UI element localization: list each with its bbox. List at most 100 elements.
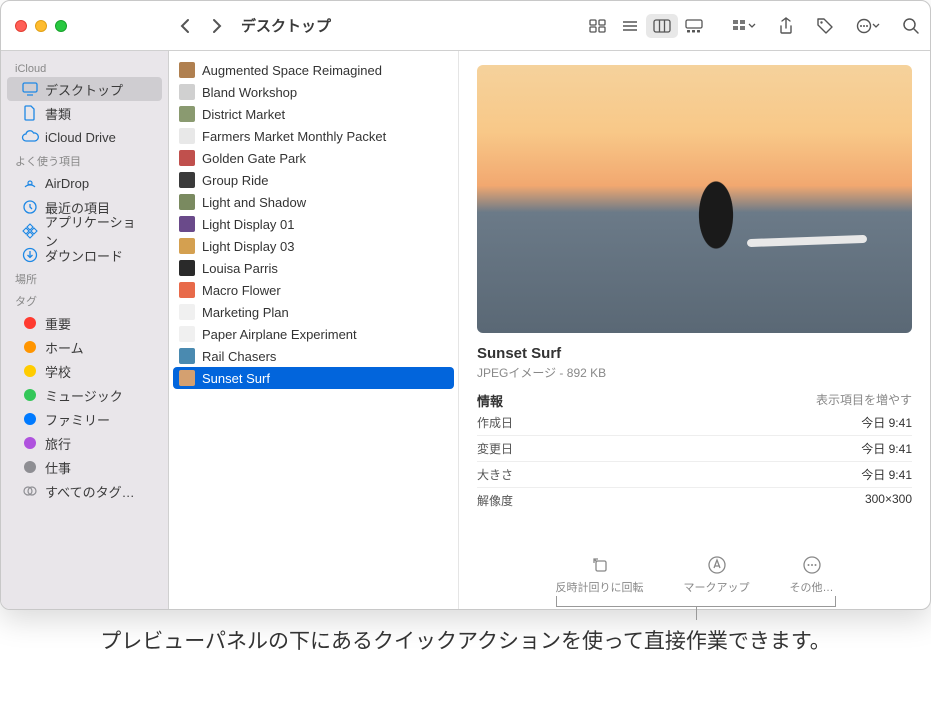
sidebar-item--[interactable]: アプリケーション: [7, 219, 162, 243]
file-row[interactable]: Macro Flower: [169, 279, 458, 301]
file-name: Louisa Parris: [202, 261, 278, 276]
airdrop-icon: [21, 175, 39, 191]
sidebar-item--[interactable]: 旅行: [7, 431, 162, 455]
annotation: プレビューパネルの下にあるクイックアクションを使って直接作業できます。: [0, 618, 931, 658]
desktop-icon: [21, 82, 39, 96]
sidebar-item--[interactable]: ホーム: [7, 335, 162, 359]
info-value: 今日 9:41: [861, 414, 912, 431]
group-by-button[interactable]: [732, 18, 756, 34]
forward-button[interactable]: [211, 18, 223, 34]
content-area: iCloudデスクトップ書類iCloud Driveよく使う項目AirDrop最…: [1, 51, 930, 609]
file-thumbnail-icon: [179, 194, 195, 210]
show-more-button[interactable]: 表示項目を増やす: [816, 391, 912, 410]
file-row[interactable]: Louisa Parris: [169, 257, 458, 279]
file-row[interactable]: Rail Chasers: [169, 345, 458, 367]
back-button[interactable]: [179, 18, 191, 34]
quick-action-markup[interactable]: マークアップ: [684, 555, 750, 595]
file-row[interactable]: Bland Workshop: [169, 81, 458, 103]
file-row[interactable]: Augmented Space Reimagined: [169, 59, 458, 81]
file-row[interactable]: Sunset Surf: [173, 367, 454, 389]
tag-color-icon: [21, 437, 39, 449]
tags-button[interactable]: [816, 17, 834, 35]
sidebar-item--[interactable]: すべてのタグ…: [7, 479, 162, 503]
info-value: 今日 9:41: [861, 466, 912, 483]
file-thumbnail-icon: [179, 282, 195, 298]
file-name: Light Display 01: [202, 217, 295, 232]
sidebar-item-label: iCloud Drive: [45, 130, 116, 145]
view-mode-group: [582, 14, 710, 38]
sidebar-item--[interactable]: 仕事: [7, 455, 162, 479]
gallery-view-button[interactable]: [678, 14, 710, 38]
info-value: 今日 9:41: [861, 440, 912, 457]
tag-color-icon: [21, 389, 39, 401]
sidebar-item-label: アプリケーション: [45, 212, 148, 250]
file-thumbnail-icon: [179, 106, 195, 122]
tag-color-icon: [21, 317, 39, 329]
list-view-button[interactable]: [614, 14, 646, 38]
cloud-icon: [21, 130, 39, 144]
file-thumbnail-icon: [179, 128, 195, 144]
sidebar-item-label: 仕事: [45, 458, 71, 477]
file-name: Augmented Space Reimagined: [202, 63, 382, 78]
sidebar-item-label: ホーム: [45, 338, 84, 357]
file-row[interactable]: Paper Airplane Experiment: [169, 323, 458, 345]
action-button[interactable]: [856, 18, 880, 34]
file-row[interactable]: Light Display 03: [169, 235, 458, 257]
file-thumbnail-icon: [179, 150, 195, 166]
apps-icon: [21, 223, 39, 239]
column-view-button[interactable]: [646, 14, 678, 38]
window-title: デスクトップ: [241, 15, 331, 36]
sidebar-item--[interactable]: 学校: [7, 359, 162, 383]
file-row[interactable]: Light and Shadow: [169, 191, 458, 213]
file-thumbnail-icon: [179, 304, 195, 320]
sidebar-item--[interactable]: 書類: [7, 101, 162, 125]
file-row[interactable]: Marketing Plan: [169, 301, 458, 323]
file-thumbnail-icon: [179, 172, 195, 188]
info-section-label: 情報: [477, 391, 503, 410]
sidebar-item--[interactable]: デスクトップ: [7, 77, 162, 101]
alltags-icon: [21, 483, 39, 499]
quick-action-rotate[interactable]: 反時計回りに回転: [556, 555, 644, 595]
quick-action-more[interactable]: その他…: [790, 555, 834, 595]
file-row[interactable]: Golden Gate Park: [169, 147, 458, 169]
sidebar-item--[interactable]: ファミリー: [7, 407, 162, 431]
minimize-button[interactable]: [35, 20, 47, 32]
file-name: Group Ride: [202, 173, 268, 188]
close-button[interactable]: [15, 20, 27, 32]
file-thumbnail-icon: [179, 260, 195, 276]
file-thumbnail-icon: [179, 62, 195, 78]
sidebar-header: iCloud: [1, 59, 168, 77]
sidebar-item-label: 旅行: [45, 434, 71, 453]
file-row[interactable]: District Market: [169, 103, 458, 125]
preview-subtitle: JPEGイメージ - 892 KB: [477, 364, 912, 381]
file-name: Bland Workshop: [202, 85, 297, 100]
file-row[interactable]: Group Ride: [169, 169, 458, 191]
quick-action-label: マークアップ: [684, 579, 750, 595]
file-row[interactable]: Light Display 01: [169, 213, 458, 235]
sidebar-item-label: すべてのタグ…: [45, 482, 135, 501]
sidebar-item-label: ダウンロード: [45, 246, 123, 265]
sidebar-item-icloud-drive[interactable]: iCloud Drive: [7, 125, 162, 149]
icon-view-button[interactable]: [582, 14, 614, 38]
info-value: 300×300: [865, 492, 912, 509]
download-icon: [21, 247, 39, 263]
sidebar-item--[interactable]: 重要: [7, 311, 162, 335]
file-thumbnail-icon: [179, 238, 195, 254]
search-button[interactable]: [902, 17, 920, 35]
zoom-button[interactable]: [55, 20, 67, 32]
sidebar-header: よく使う項目: [1, 149, 168, 171]
sidebar-item-label: デスクトップ: [45, 80, 123, 99]
preview-title: Sunset Surf: [477, 345, 912, 362]
sidebar-item-label: 書類: [45, 104, 71, 123]
more-icon: [802, 555, 822, 575]
file-name: Light and Shadow: [202, 195, 306, 210]
share-button[interactable]: [778, 17, 794, 35]
file-name: Paper Airplane Experiment: [202, 327, 357, 342]
quick-action-label: 反時計回りに回転: [556, 579, 644, 595]
doc-icon: [21, 105, 39, 121]
info-row: 大きさ今日 9:41: [477, 461, 912, 487]
sidebar-item--[interactable]: ミュージック: [7, 383, 162, 407]
sidebar-item-airdrop[interactable]: AirDrop: [7, 171, 162, 195]
file-row[interactable]: Farmers Market Monthly Packet: [169, 125, 458, 147]
file-thumbnail-icon: [179, 370, 195, 386]
